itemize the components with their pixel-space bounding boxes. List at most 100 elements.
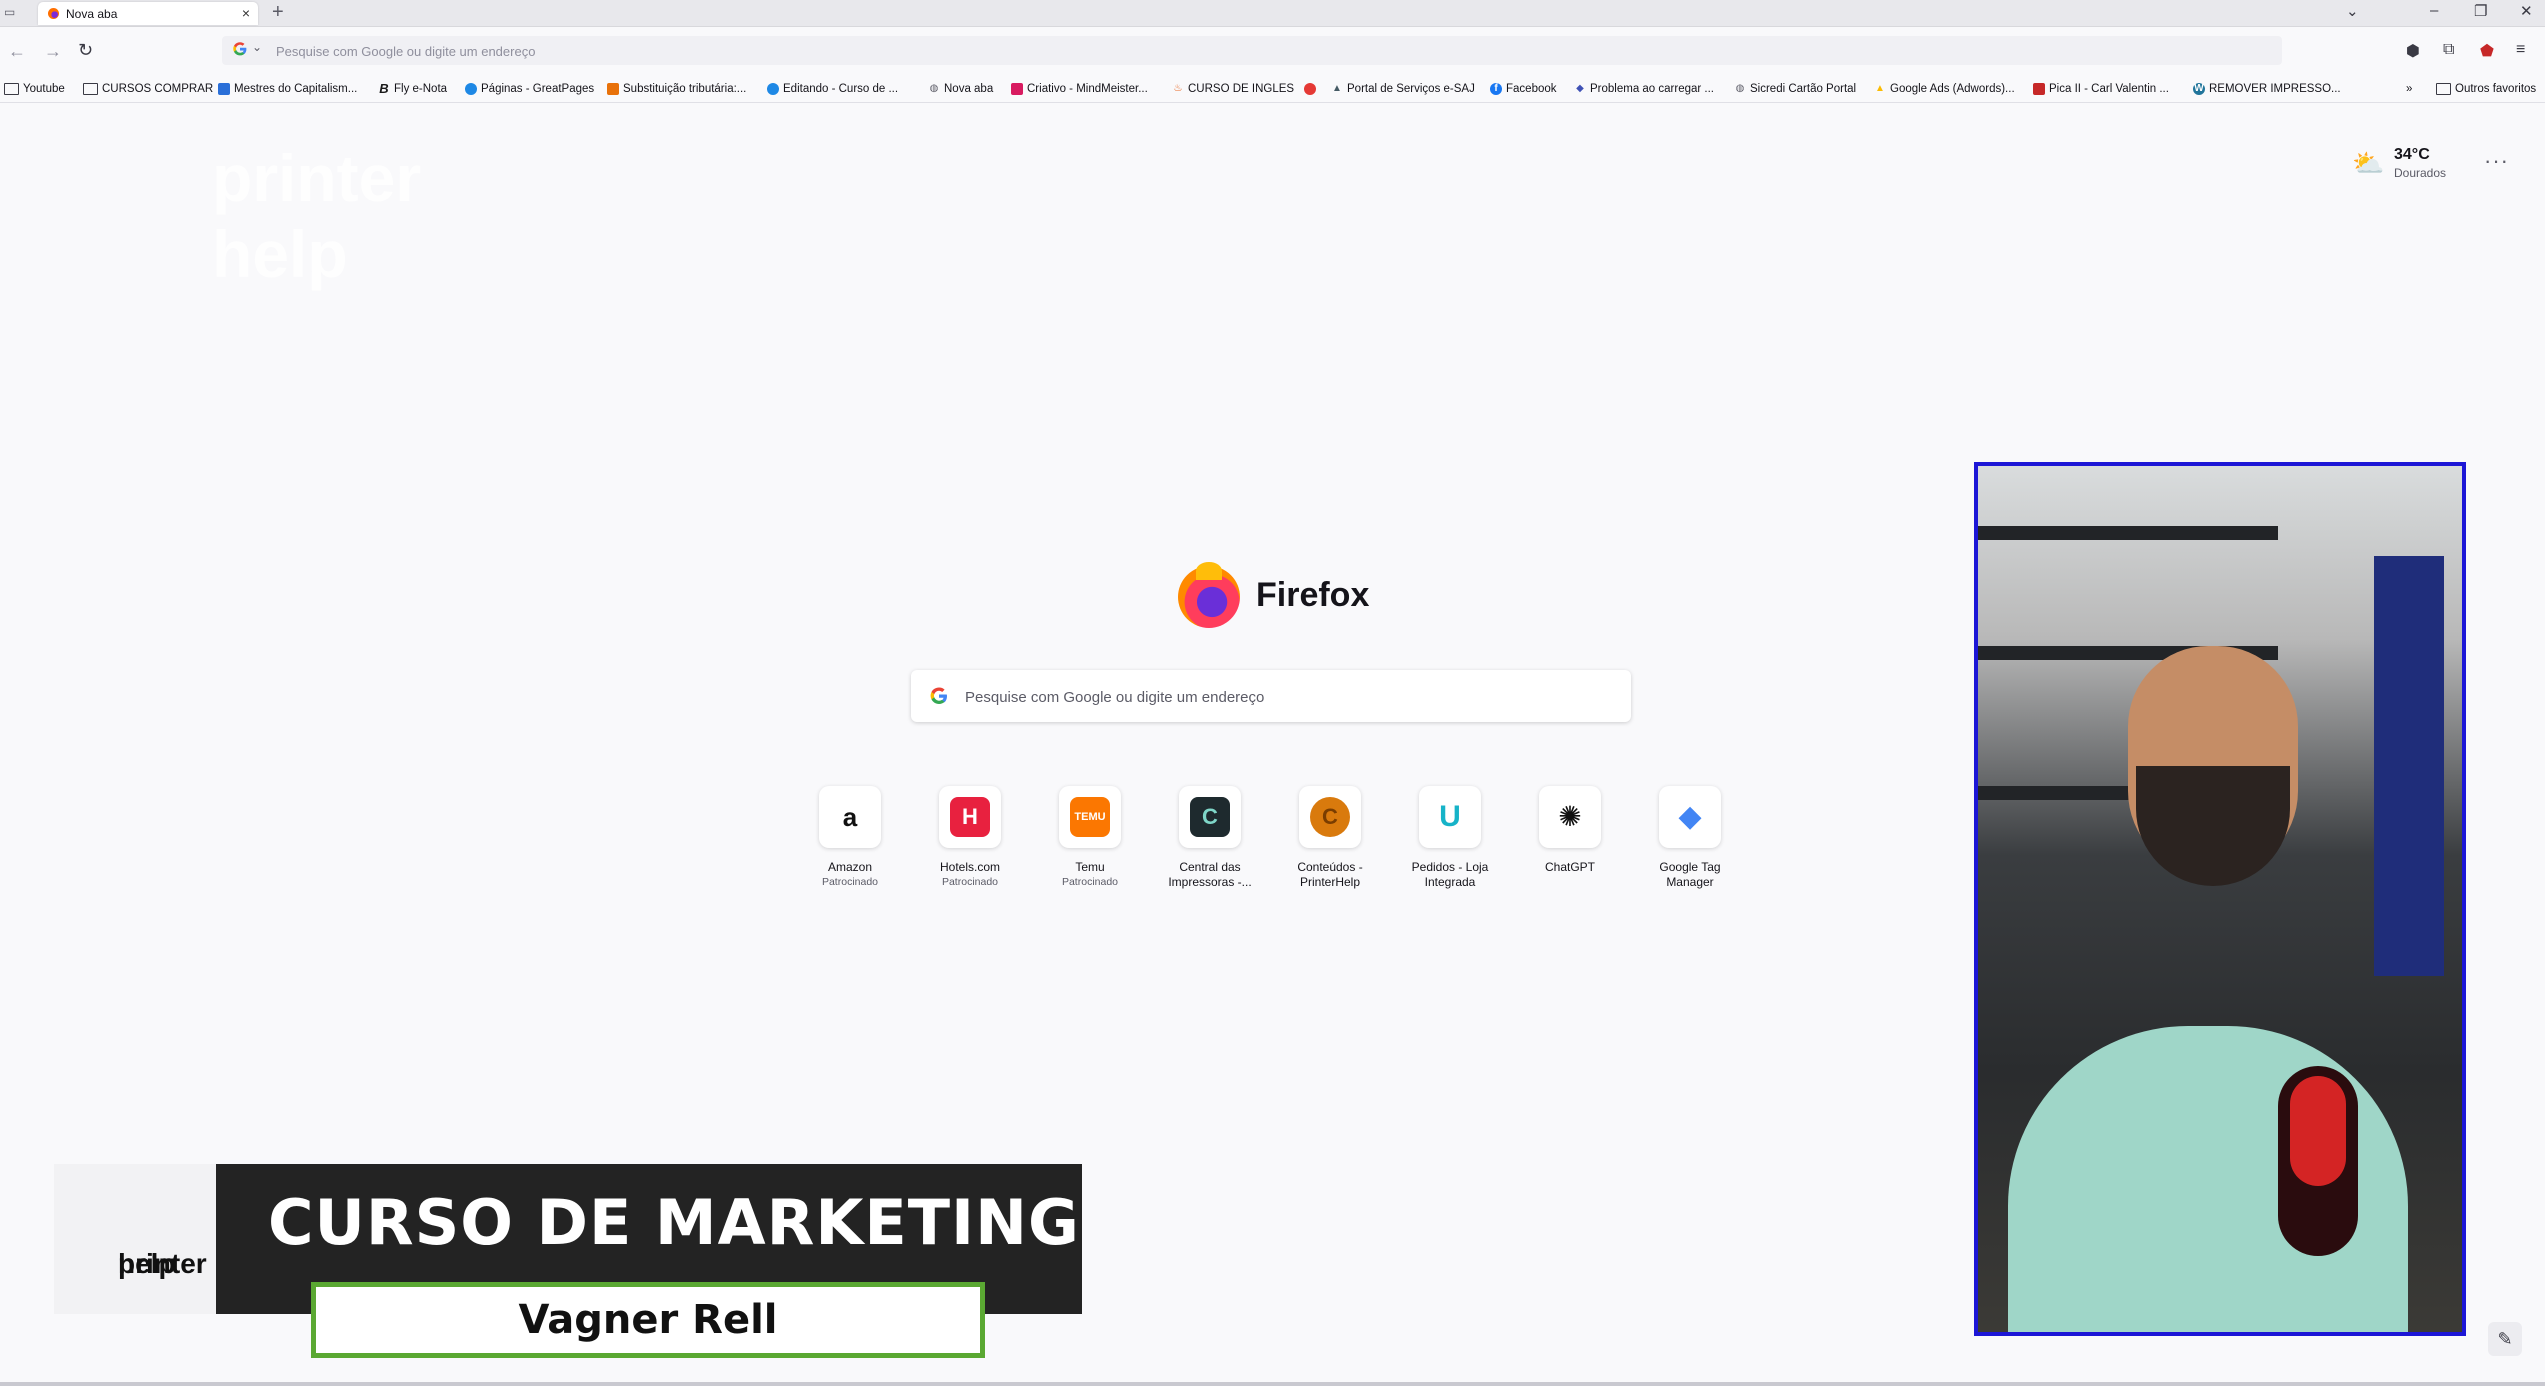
new-tab-button[interactable]: +: [272, 1, 284, 23]
menu-icon[interactable]: ≡: [2516, 41, 2525, 59]
blue-case: [2374, 556, 2444, 976]
loja-integrada-icon: U: [1430, 797, 1470, 837]
bookmark-item[interactable]: Páginas - GreatPages: [465, 81, 594, 97]
shortcut-icon-frame: C: [1179, 786, 1241, 848]
facebook-icon: f: [1490, 83, 1502, 95]
bookmark-item[interactable]: B Fly e-Nota: [378, 81, 447, 97]
bookmarks-overflow-icon[interactable]: »: [2406, 81, 2412, 97]
course-title: CURSO DE MARKETING: [268, 1186, 1080, 1259]
shortcut-icon-frame: ✺: [1539, 786, 1601, 848]
google-icon: [930, 687, 947, 704]
more-options-icon[interactable]: ···: [2484, 148, 2509, 174]
extensions-icon[interactable]: ⧉: [2443, 41, 2454, 59]
partly-cloudy-icon: ⛅: [2352, 148, 2385, 178]
close-tab-icon[interactable]: ×: [242, 5, 250, 21]
sponsored-label: Patrocinado: [821, 876, 879, 888]
chevron-down-icon[interactable]: ⌄: [2346, 2, 2359, 20]
presenter-name: Vagner Rell: [311, 1282, 985, 1358]
shelf: [1978, 526, 2278, 540]
reload-icon[interactable]: ↻: [78, 40, 93, 61]
pencil-icon[interactable]: ✎: [2488, 1322, 2522, 1356]
shortcut-tile-chatgpt[interactable]: ✺ ChatGPT: [1515, 786, 1625, 875]
bookmark-item[interactable]: Criativo - MindMeister...: [1011, 81, 1148, 97]
site-icon: [218, 83, 230, 95]
site-icon: [1011, 83, 1023, 95]
sponsored-label: Patrocinado: [1061, 876, 1119, 888]
bookmarks-toolbar: Youtube CURSOS COMPRAR Mestres do Capita…: [0, 76, 2545, 103]
pocket-icon[interactable]: ⬢: [2406, 41, 2420, 61]
wordpress-icon: W: [2193, 83, 2205, 95]
globe-icon: ◍: [1735, 83, 1745, 94]
shortcut-tile-temu[interactable]: TEMU Temu Patrocinado: [1035, 786, 1145, 889]
site-icon: [2033, 83, 2045, 95]
bottom-divider: [0, 1382, 2545, 1386]
ublock-icon[interactable]: ⬟: [2480, 41, 2494, 61]
bookmark-item[interactable]: Editando - Curso de ...: [767, 81, 898, 97]
shortcut-label: ChatGPT: [1544, 860, 1595, 874]
bookmark-item[interactable]: Mestres do Capitalism...: [218, 81, 357, 97]
bookmark-item[interactable]: ♨ CURSO DE INGLES: [1172, 81, 1295, 97]
tab-title: Nova aba: [66, 7, 118, 21]
hotels-icon: H: [950, 797, 990, 837]
conteudos-icon: C: [1310, 797, 1350, 837]
watermark-logo: printer help: [212, 141, 422, 291]
shortcut-tile-hotels[interactable]: H Hotels.com Patrocinado: [915, 786, 1025, 889]
bookmark-item[interactable]: Youtube: [4, 81, 65, 97]
shortcut-label: Conteúdos - PrinterHelp: [1297, 860, 1363, 889]
url-bar[interactable]: ⌄: [222, 36, 2282, 65]
shortcut-tile-amazon[interactable]: a Amazon Patrocinado: [795, 786, 905, 889]
site-icon: ◆: [1576, 83, 1584, 94]
bookmark-item[interactable]: [1304, 81, 1316, 97]
shortcut-icon-frame: C: [1299, 786, 1361, 848]
google-icon[interactable]: [232, 41, 248, 57]
weather-temp: 34°C: [2394, 146, 2430, 163]
bookmark-item[interactable]: CURSOS COMPRAR: [83, 81, 213, 97]
other-bookmarks[interactable]: Outros favoritos: [2436, 81, 2536, 97]
forward-icon[interactable]: →: [44, 41, 62, 62]
bookmark-item[interactable]: ◆ Problema ao carregar ...: [1574, 81, 1714, 97]
brand-name: Firefox: [1256, 576, 1370, 614]
minimize-button[interactable]: –: [2430, 2, 2438, 19]
list-tabs-icon[interactable]: ▭: [4, 5, 20, 19]
shortcut-icon-frame: TEMU: [1059, 786, 1121, 848]
presenter-beard: [2136, 766, 2290, 886]
tab-nova-aba[interactable]: Nova aba ×: [38, 2, 258, 25]
ads-icon: ▲: [1875, 83, 1885, 94]
shortcut-tile-pedidos[interactable]: U Pedidos - Loja Integrada: [1395, 786, 1505, 890]
shortcut-label: Hotels.com: [939, 860, 1001, 874]
lower-third-logo: printer help: [54, 1164, 216, 1314]
bookmark-item[interactable]: Pica II - Carl Valentin ...: [2033, 81, 2169, 97]
search-input[interactable]: [963, 683, 1607, 711]
search-engine-dropdown-icon[interactable]: ⌄: [252, 40, 262, 54]
amazon-icon: a: [830, 797, 870, 837]
bookmark-item[interactable]: ▲ Portal de Serviços e-SAJ: [1331, 81, 1475, 97]
navigation-toolbar: ← → ↻ ⌄ ⬢ ⧉ ⬟ ≡: [0, 27, 2545, 83]
close-window-button[interactable]: ✕: [2520, 2, 2533, 20]
restore-button[interactable]: ❐: [2474, 2, 2487, 20]
bookmark-item[interactable]: f Facebook: [1490, 81, 1557, 97]
bookmark-item[interactable]: Substituição tributária:...: [607, 81, 746, 97]
shortcut-label: Temu: [1075, 860, 1105, 874]
site-icon: [767, 83, 779, 95]
bookmark-item[interactable]: ▲ Google Ads (Adwords)...: [1874, 81, 2015, 97]
shortcut-tile-google-tag-manager[interactable]: ◆ Google Tag Manager: [1635, 786, 1745, 890]
folder-icon: [2436, 83, 2451, 95]
bookmark-item[interactable]: ◍ Nova aba: [928, 81, 994, 97]
bookmark-item[interactable]: W REMOVER IMPRESSO...: [2193, 81, 2341, 97]
firefox-logo-icon: [1178, 562, 1240, 628]
microphone-light: [2290, 1076, 2346, 1186]
site-icon: [465, 83, 477, 95]
shortcut-tile-conteudos[interactable]: C Conteúdos - PrinterHelp: [1275, 786, 1385, 890]
back-icon[interactable]: ←: [8, 41, 26, 62]
chatgpt-icon: ✺: [1550, 797, 1590, 837]
temu-icon: TEMU: [1070, 797, 1110, 837]
folder-icon: [4, 83, 19, 95]
url-input[interactable]: [274, 39, 2258, 63]
shortcut-label: Central das Impressoras -...: [1168, 860, 1252, 889]
shortcut-tile-central-impressoras[interactable]: C Central das Impressoras -...: [1155, 786, 1265, 890]
site-icon: [607, 83, 619, 95]
bookmark-item[interactable]: ◍ Sicredi Cartão Portal: [1734, 81, 1856, 97]
shortcut-icon-frame: U: [1419, 786, 1481, 848]
shortcut-icon-frame: H: [939, 786, 1001, 848]
search-box[interactable]: [911, 670, 1631, 722]
